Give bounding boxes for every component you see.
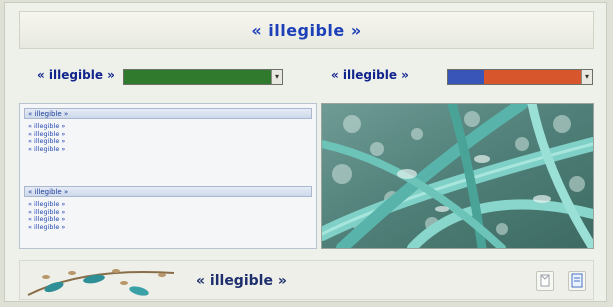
footer-bar: « illegible »: [19, 260, 594, 300]
prev-page-icon: [540, 274, 550, 287]
info-line: « illegible »: [28, 129, 66, 138]
page-title: « illegible »: [19, 11, 594, 49]
section-body-1: « illegible » « illegible » « illegible …: [28, 122, 312, 153]
info-line: « illegible »: [28, 144, 66, 153]
info-line: « illegible »: [28, 137, 66, 145]
left-selector-label: « illegible »: [37, 68, 115, 82]
next-page-icon: [571, 273, 583, 288]
right-selector-label: « illegible »: [331, 68, 409, 82]
right-dropdown[interactable]: ▾: [447, 69, 593, 85]
info-line: « illegible »: [28, 122, 66, 130]
section-heading-2: « illegible »: [24, 186, 312, 197]
left-dropdown[interactable]: ▾: [123, 69, 283, 85]
chevron-down-icon[interactable]: ▾: [581, 70, 592, 84]
chevron-down-icon[interactable]: ▾: [271, 70, 282, 84]
leaf-decoration-icon: [27, 269, 175, 296]
left-dropdown-selection: [124, 70, 272, 84]
pest-damage-photo: [321, 103, 594, 249]
info-panel: « illegible » « illegible » « illegible …: [19, 103, 317, 249]
leaf-image: [322, 104, 593, 248]
footer-label: « illegible »: [196, 273, 287, 289]
info-line: « illegible »: [28, 222, 66, 231]
section-heading-1: « illegible »: [24, 108, 312, 119]
app-window: « illegible » « illegible » ▾ « illegibl…: [4, 2, 607, 302]
next-page-button[interactable]: [568, 271, 586, 291]
prev-page-button[interactable]: [536, 271, 554, 291]
info-line: « illegible »: [28, 200, 66, 208]
info-line: « illegible »: [28, 215, 66, 223]
right-dropdown-selection: [448, 70, 484, 84]
selector-row: « illegible » ▾ « illegible » ▾: [19, 63, 594, 93]
info-line: « illegible »: [28, 207, 66, 216]
right-dropdown-fill: [484, 70, 582, 84]
section-body-2: « illegible » « illegible » « illegible …: [28, 200, 312, 231]
